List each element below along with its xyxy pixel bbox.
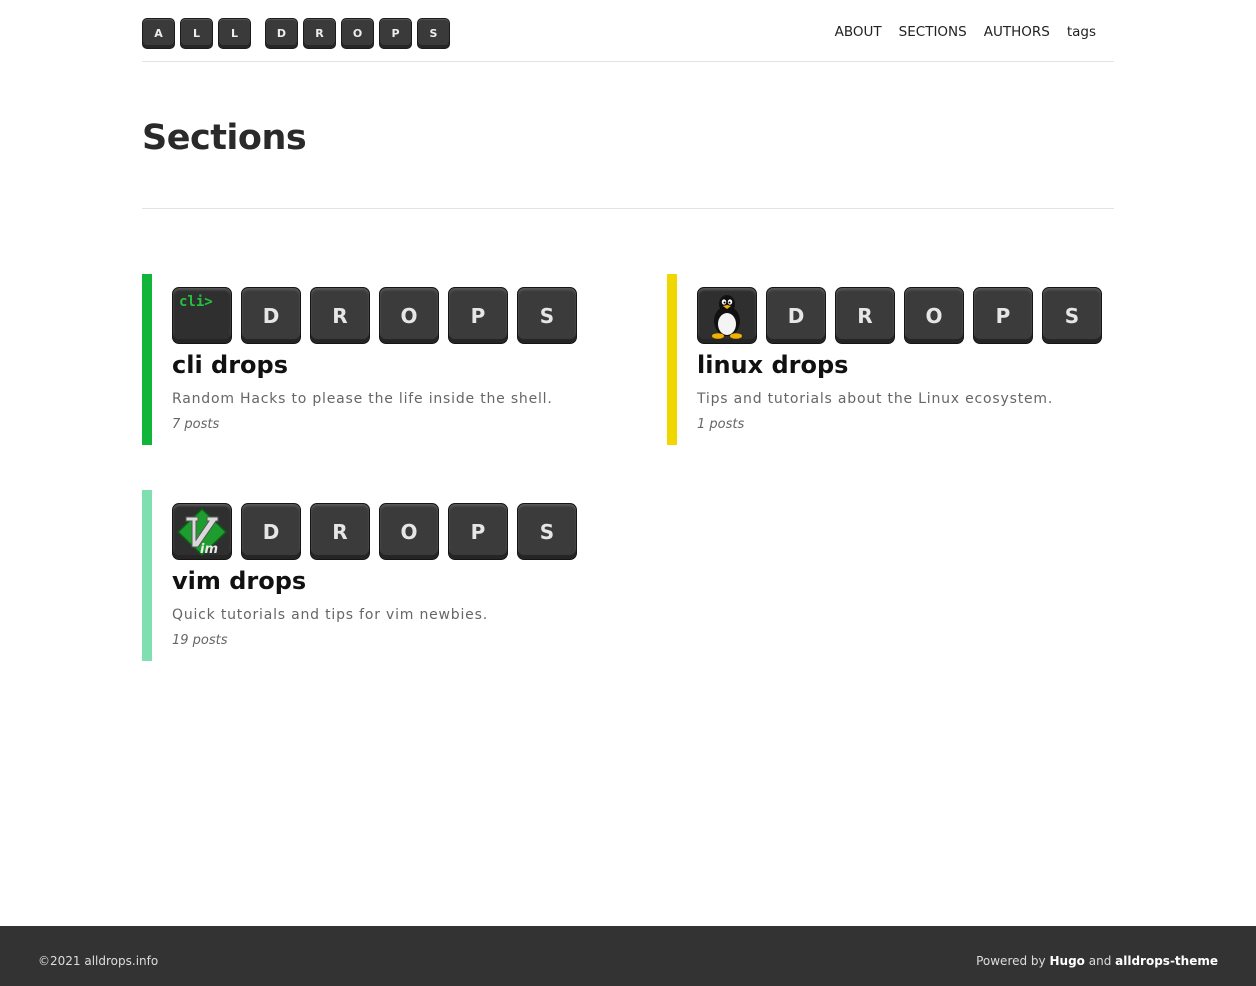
section-key-banner[interactable]: im D R O P S — [172, 503, 586, 560]
hugo-link[interactable]: Hugo — [1049, 954, 1084, 968]
and-text: and — [1088, 954, 1112, 968]
section-description: Random Hacks to please the life inside t… — [172, 391, 553, 407]
site-header: A L L D R O P S ABOUT SECTIONS AUTHORS t… — [142, 0, 1114, 62]
section-title[interactable]: linux drops — [697, 351, 848, 379]
logo-key: D — [265, 18, 298, 49]
section-post-count: 7 posts — [172, 417, 220, 432]
nav-authors-link[interactable]: AUTHORS — [984, 24, 1050, 40]
logo-key: L — [218, 18, 251, 49]
section-card-linux[interactable]: D R O P S linux drops Tips and tutorials… — [667, 274, 1107, 445]
logo-key: O — [341, 18, 374, 49]
key-tile: P — [448, 287, 508, 344]
section-description: Quick tutorials and tips for vim newbies… — [172, 607, 488, 623]
key-tile: R — [310, 503, 370, 560]
theme-link[interactable]: alldrops-theme — [1115, 954, 1218, 968]
section-key-banner[interactable]: D R O P S — [697, 287, 1111, 344]
cli-icon-label: cli> — [179, 294, 213, 310]
logo-key: R — [303, 18, 336, 49]
nav-sections-link[interactable]: SECTIONS — [899, 24, 967, 40]
page-title: Sections — [142, 118, 307, 158]
key-tile: O — [904, 287, 964, 344]
key-tile: P — [448, 503, 508, 560]
nav-about-link[interactable]: ABOUT — [835, 24, 882, 40]
section-card-cli[interactable]: cli> D R O P S cli drops Random Hacks to… — [142, 274, 582, 445]
key-tile: D — [766, 287, 826, 344]
cli-icon: cli> — [172, 287, 232, 344]
section-accent-bar — [142, 274, 152, 445]
key-tile: S — [517, 287, 577, 344]
logo-key: S — [417, 18, 450, 49]
key-tile: P — [973, 287, 1033, 344]
key-tile: D — [241, 287, 301, 344]
key-tile: R — [310, 287, 370, 344]
key-tile: R — [835, 287, 895, 344]
key-tile: O — [379, 287, 439, 344]
section-title[interactable]: vim drops — [172, 567, 306, 595]
logo-key: A — [142, 18, 175, 49]
section-key-banner[interactable]: cli> D R O P S — [172, 287, 586, 344]
section-post-count: 1 posts — [697, 417, 745, 432]
vim-logo-icon: im — [172, 503, 232, 560]
logo-key: L — [180, 18, 213, 49]
divider — [142, 208, 1114, 209]
section-title[interactable]: cli drops — [172, 351, 288, 379]
section-accent-bar — [142, 490, 152, 661]
footer-copyright: ©2021 alldrops.info — [38, 954, 159, 968]
key-tile: S — [1042, 287, 1102, 344]
site-footer: ©2021 alldrops.info Powered by Hugo and … — [0, 926, 1256, 986]
nav-tags-link[interactable]: tags — [1067, 24, 1096, 40]
section-card-vim[interactable]: im D R O P S vim drops Quick tutorials a… — [142, 490, 582, 661]
key-tile: S — [517, 503, 577, 560]
main-nav: ABOUT SECTIONS AUTHORS tags — [818, 24, 1096, 40]
footer-powered-by: Powered by Hugo and alldrops-theme — [976, 954, 1218, 968]
section-description: Tips and tutorials about the Linux ecosy… — [697, 391, 1054, 407]
section-accent-bar — [667, 274, 677, 445]
tux-penguin-icon — [697, 287, 757, 344]
svg-text:im: im — [200, 542, 218, 557]
logo-key: P — [379, 18, 412, 49]
key-tile: O — [379, 503, 439, 560]
key-tile: D — [241, 503, 301, 560]
powered-prefix: Powered by — [976, 954, 1046, 968]
section-post-count: 19 posts — [172, 633, 228, 648]
site-logo[interactable]: A L L D R O P S — [142, 18, 455, 49]
